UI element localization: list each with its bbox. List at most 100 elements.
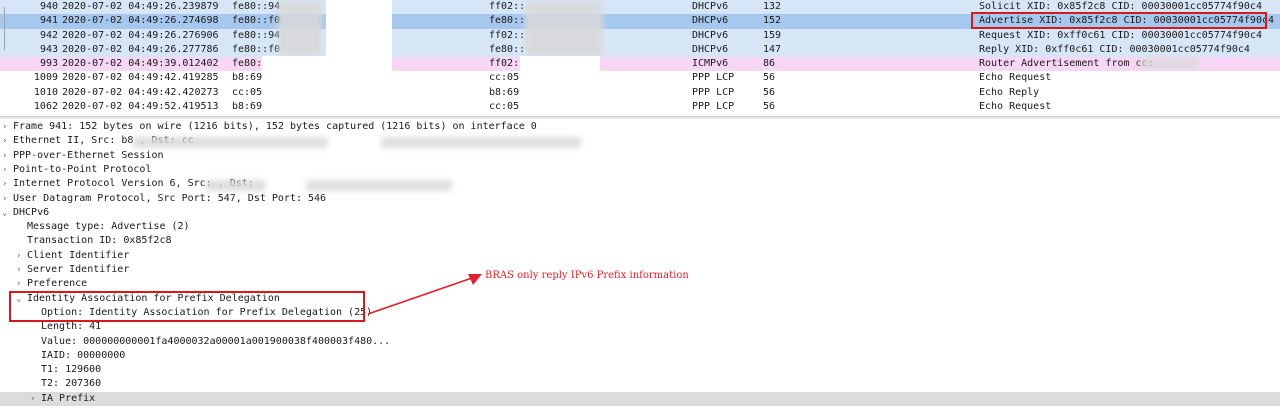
- tree-item[interactable]: › PPP-over-Ethernet Session: [0, 149, 164, 163]
- packet-protocol: DHCPv6: [692, 15, 729, 27]
- chevron-right-icon[interactable]: ›: [30, 392, 41, 406]
- chevron-right-icon[interactable]: ›: [2, 163, 13, 177]
- packet-info: Reply XID: 0xff0c61 CID: 00030001cc05774…: [979, 43, 1250, 55]
- packet-row[interactable]: 993 2020-07-02 04:49:39.012402 fe80::1 ff02…: [0, 57, 1280, 72]
- redacted-column-left: [326, 0, 392, 116]
- chevron-right-icon[interactable]: ›: [16, 263, 27, 277]
- packet-number: 943: [39, 43, 58, 55]
- packet-number: 941: [39, 15, 58, 27]
- packet-time: 2020-07-02 04:49:52.419513: [62, 101, 219, 113]
- tree-item[interactable]: T1: 129600: [0, 363, 101, 377]
- packet-row[interactable]: 1062 2020-07-02 04:49:52.419513 b8:69:f4 cc…: [0, 100, 1280, 115]
- tree-item-label: IAID: 00000000: [41, 349, 126, 361]
- chevron-right-icon[interactable]: ›: [16, 249, 27, 263]
- packet-info: Solicit XID: 0x85f2c8 CID: 00030001cc057…: [979, 1, 1262, 12]
- packet-protocol: ICMPv6: [692, 58, 729, 70]
- tree-item-label: DHCPv6: [13, 206, 50, 218]
- redacted-column: [262, 56, 332, 116]
- packet-info: Router Advertisement from cc:: [979, 58, 1154, 70]
- tree-item-label: Transaction ID: 0x85f2c8: [27, 235, 172, 247]
- packet-time: 2020-07-02 04:49:26.274698: [62, 15, 219, 27]
- packet-length: 147: [763, 43, 782, 55]
- packet-info: Echo Reply: [979, 86, 1040, 98]
- tree-item-label: Option: Identity Association for Prefix …: [41, 306, 373, 318]
- packet-info: Advertise XID: 0x85f2c8 CID: 00030001cc0…: [979, 15, 1275, 27]
- chevron-down-icon[interactable]: ⌄: [16, 292, 27, 306]
- packet-protocol: DHCPv6: [692, 43, 729, 55]
- chevron-down-icon[interactable]: ⌄: [2, 206, 13, 220]
- chevron-right-icon[interactable]: ›: [2, 177, 13, 191]
- tree-item-label: User Datagram Protocol, Src Port: 547, D…: [13, 192, 327, 204]
- packet-info: Echo Request: [979, 72, 1052, 84]
- tree-item[interactable]: T2: 207360: [0, 377, 101, 391]
- tree-item[interactable]: Length: 41: [0, 320, 101, 334]
- tree-item-label: Client Identifier: [27, 249, 130, 261]
- chevron-right-icon[interactable]: ›: [2, 120, 13, 134]
- tree-item-label: Value: 000000000001fa4000032a00001a00190…: [41, 335, 391, 347]
- packet-number: 993: [39, 58, 58, 70]
- tree-item[interactable]: › Client Identifier: [0, 249, 129, 263]
- packet-source: fe80::f0: [232, 15, 281, 27]
- tree-item[interactable]: Option: Identity Association for Prefix …: [0, 306, 372, 320]
- annotation-text: BRAS only reply IPv6 Prefix information: [485, 270, 689, 281]
- tree-item[interactable]: › Preference: [0, 277, 87, 291]
- pane-separator[interactable]: [0, 116, 1280, 119]
- tree-item-label: Length: 41: [41, 321, 102, 333]
- packet-row[interactable]: 942 2020-07-02 04:49:26.276906 fe80::94 ff0…: [0, 28, 1280, 43]
- chevron-right-icon[interactable]: ›: [16, 277, 27, 291]
- packet-row[interactable]: 941 2020-07-02 04:49:26.274698 fe80::f0 fe8…: [0, 14, 1280, 29]
- tree-item[interactable]: Message type: Advertise (2): [0, 220, 190, 234]
- tree-item-label: T1: 129600: [41, 364, 102, 376]
- tree-item[interactable]: Transaction ID: 0x85f2c8: [0, 234, 172, 248]
- tree-item[interactable]: ⌄ Identity Association for Prefix Delegat…: [0, 292, 280, 306]
- tree-item[interactable]: IAID: 00000000: [0, 349, 125, 363]
- tree-item[interactable]: Value: 000000000001fa4000032a00001a00190…: [0, 335, 390, 349]
- tree-item-label: Point-to-Point Protocol: [13, 163, 152, 175]
- packet-length: 159: [763, 29, 782, 41]
- tree-item[interactable]: › Frame 941: 152 bytes on wire (1216 bits…: [0, 120, 537, 134]
- packet-info: Request XID: 0xff0c61 CID: 00030001cc057…: [979, 29, 1262, 41]
- redacted-src: [278, 1, 322, 56]
- packet-details-tree[interactable]: › Frame 941: 152 bytes on wire (1216 bits…: [0, 120, 1280, 409]
- chevron-right-icon[interactable]: ›: [2, 149, 13, 163]
- tree-item[interactable]: › IA Prefix: [0, 391, 1280, 406]
- packet-length: 152: [763, 15, 782, 27]
- packet-protocol: DHCPv6: [692, 1, 729, 12]
- packet-info: Echo Request: [979, 101, 1052, 113]
- packet-time: 2020-07-02 04:49:26.239879: [62, 1, 219, 12]
- tree-item[interactable]: › Point-to-Point Protocol: [0, 163, 151, 177]
- packet-protocol: PPP LCP: [692, 86, 735, 98]
- tree-item-label: Message type: Advertise (2): [27, 221, 190, 233]
- packet-destination: fe80::: [489, 15, 526, 27]
- tree-item[interactable]: ⌄ DHCPv6: [0, 206, 49, 220]
- packet-source: fe80::94: [232, 1, 281, 12]
- packet-row[interactable]: 1009 2020-07-02 04:49:42.419285 b8:69:f4 cc…: [0, 71, 1280, 86]
- packet-row[interactable]: 943 2020-07-02 04:49:26.277786 fe80::f0 fe8…: [0, 42, 1280, 58]
- chevron-right-icon[interactable]: ›: [2, 192, 13, 206]
- packet-list[interactable]: 940 2020-07-02 04:49:26.239879 fe80::94 ff0…: [0, 0, 1280, 116]
- packet-number: 940: [39, 1, 58, 12]
- packet-source: fe80::94: [232, 29, 281, 41]
- redacted-ipv6-dst: [306, 180, 452, 191]
- chevron-right-icon[interactable]: ›: [2, 134, 13, 148]
- tree-item[interactable]: › Server Identifier: [0, 263, 129, 277]
- packet-number: 942: [39, 29, 58, 41]
- redacted-eth-dst: [381, 137, 581, 148]
- tree-item-label: Frame 941: 152 bytes on wire (1216 bits)…: [13, 121, 537, 132]
- tree-item[interactable]: › User Datagram Protocol, Src Port: 547, …: [0, 192, 326, 206]
- packet-time: 2020-07-02 04:49:39.012402: [62, 58, 219, 70]
- packet-protocol: PPP LCP: [692, 72, 735, 84]
- packet-length: 56: [763, 101, 776, 113]
- packet-row[interactable]: 940 2020-07-02 04:49:26.239879 fe80::94 ff0…: [0, 0, 1280, 15]
- tree-item-label: Identity Association for Prefix Delegati…: [27, 292, 280, 304]
- annotation-arrow: [367, 274, 482, 315]
- packet-length: 86: [763, 58, 776, 70]
- packet-length: 56: [763, 86, 776, 98]
- packet-number: 1062: [33, 101, 58, 113]
- packet-time: 2020-07-02 04:49:26.276906: [62, 29, 219, 41]
- packet-protocol: DHCPv6: [692, 29, 729, 41]
- packet-protocol: PPP LCP: [692, 101, 735, 113]
- packet-row[interactable]: 1010 2020-07-02 04:49:42.420273 cc:05:77 b8…: [0, 85, 1280, 101]
- tree-item-label: PPP-over-Ethernet Session: [13, 149, 164, 161]
- tree-item-label: IA Prefix: [41, 392, 96, 404]
